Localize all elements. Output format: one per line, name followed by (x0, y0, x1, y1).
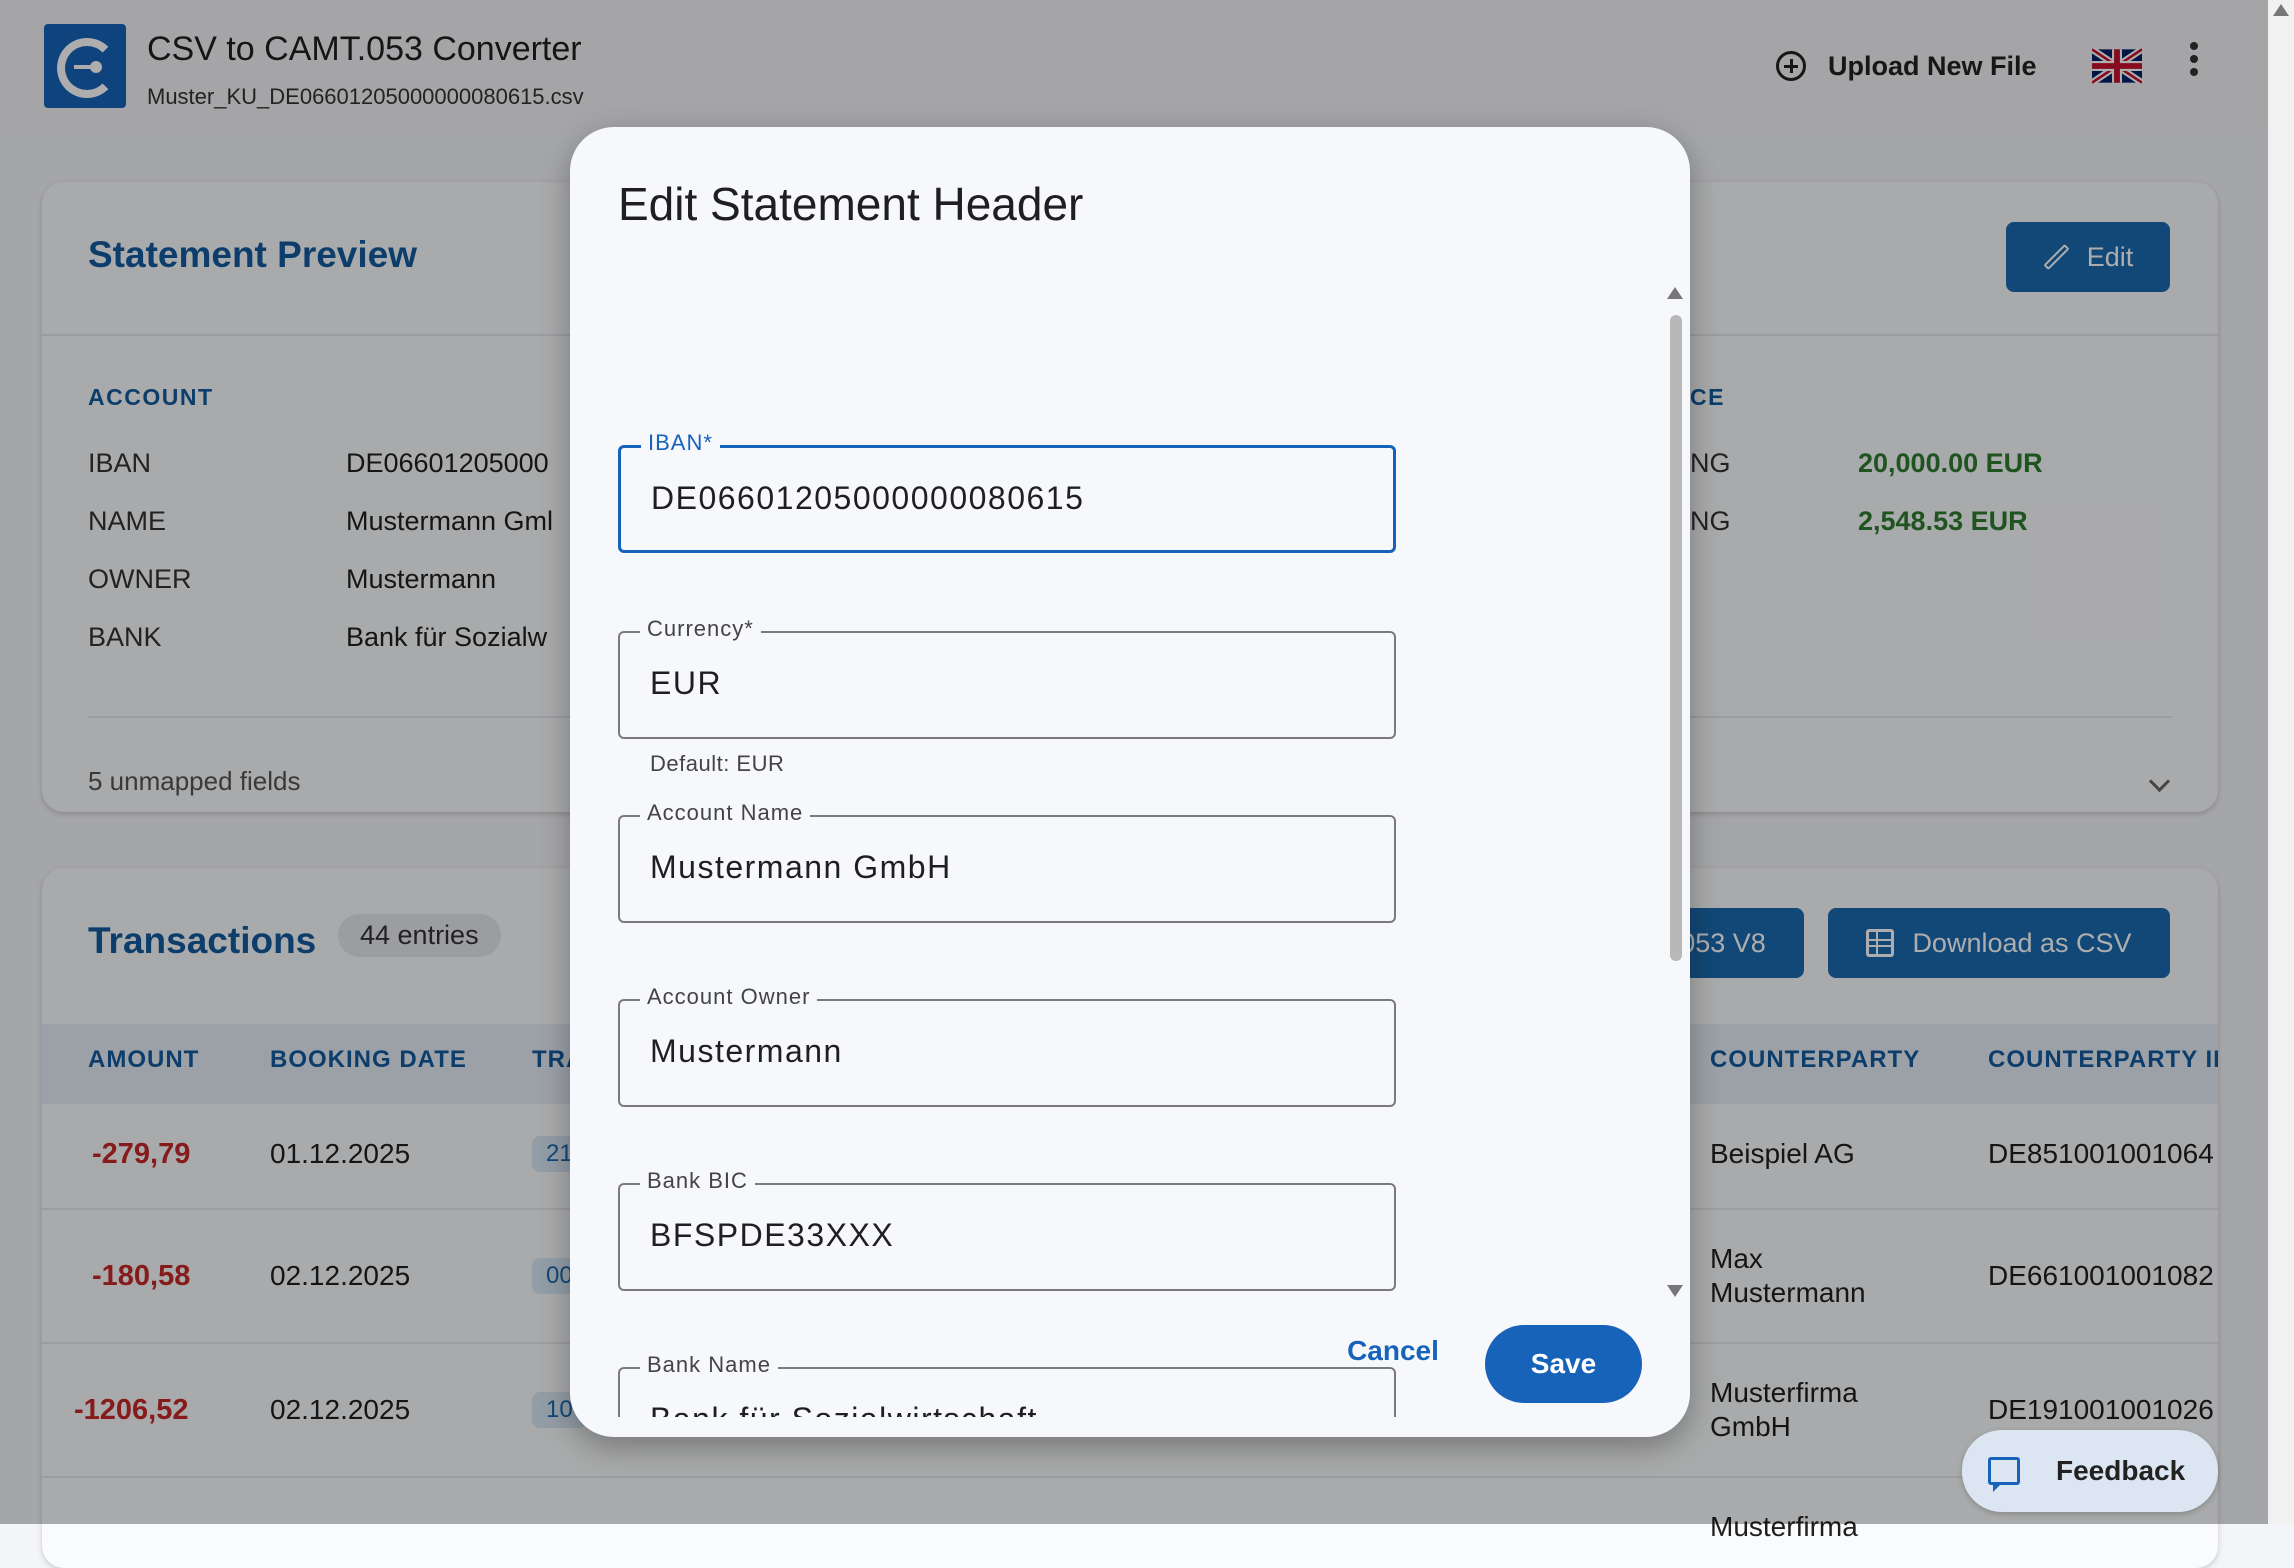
bank-bic-field-value[interactable]: BFSPDE33XXX (650, 1217, 894, 1254)
account-owner-field[interactable]: Account Owner Mustermann (618, 984, 1396, 1107)
iban-field[interactable]: IBAN* DE06601205000000080615 (618, 430, 1396, 553)
bank-bic-field-label: Bank BIC (640, 1168, 755, 1194)
currency-helper-text: Default: EUR (650, 751, 785, 776)
currency-field-label: Currency* (640, 616, 761, 642)
dialog-form: IBAN* DE06601205000000080615 Currency* E… (570, 287, 1670, 1417)
bank-name-field-value[interactable]: Bank für Sozialwirtschaft (650, 1401, 1038, 1417)
feedback-button[interactable]: Feedback (1962, 1430, 2218, 1512)
account-name-field[interactable]: Account Name Mustermann GmbH (618, 800, 1396, 923)
account-owner-field-label: Account Owner (640, 984, 818, 1010)
scrollbar-thumb[interactable] (1670, 315, 1682, 961)
scroll-up-arrow-icon[interactable] (2273, 4, 2289, 16)
page-scrollbar[interactable] (2268, 0, 2294, 1524)
bank-name-field[interactable]: Bank Name Bank für Sozialwirtschaft (618, 1352, 1396, 1417)
account-owner-field-value[interactable]: Mustermann (650, 1033, 843, 1070)
save-button[interactable]: Save (1485, 1325, 1642, 1403)
chat-bubble-icon (1988, 1457, 2020, 1492)
bank-bic-field[interactable]: Bank BIC BFSPDE33XXX (618, 1168, 1396, 1291)
scroll-up-arrow-icon[interactable] (1667, 287, 1683, 299)
feedback-label: Feedback (2056, 1455, 2186, 1486)
currency-field-value[interactable]: EUR (650, 665, 722, 702)
account-name-field-value[interactable]: Mustermann GmbH (650, 849, 952, 886)
scroll-down-arrow-icon[interactable] (1667, 1285, 1683, 1297)
cancel-button[interactable]: Cancel (1338, 1322, 1448, 1380)
dialog-scrollbar[interactable] (1662, 287, 1688, 1297)
dialog-title: Edit Statement Header (618, 178, 1084, 230)
bank-name-field-label: Bank Name (640, 1352, 778, 1378)
account-name-field-label: Account Name (640, 800, 811, 826)
iban-field-value[interactable]: DE06601205000000080615 (651, 480, 1084, 517)
edit-statement-header-dialog: Edit Statement Header IBAN* DE0660120500… (570, 127, 1690, 1437)
currency-field[interactable]: Currency* EUR (618, 616, 1396, 739)
iban-field-label: IBAN* (641, 430, 720, 456)
